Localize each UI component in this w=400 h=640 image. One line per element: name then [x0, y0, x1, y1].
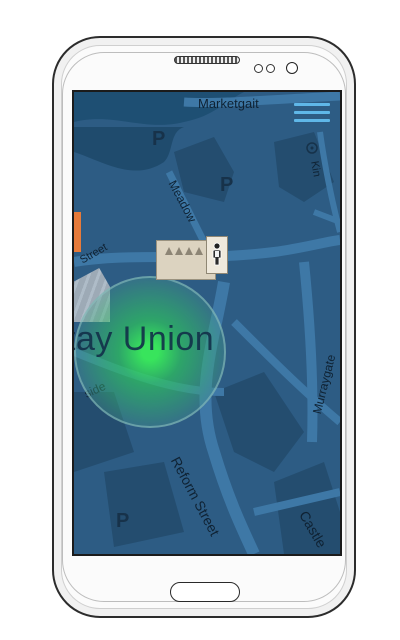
venue-tent-icon	[195, 247, 203, 255]
parking-label: P	[220, 174, 234, 196]
home-button[interactable]	[170, 582, 240, 602]
sensor-dot	[254, 64, 263, 73]
parking-label: P	[116, 510, 130, 532]
venue-tent-icon	[165, 247, 173, 255]
sensor-dot	[266, 64, 275, 73]
menu-line	[294, 111, 330, 114]
front-camera	[286, 62, 298, 74]
phone-frame: Marketgait Kin Meadow Street Murraygate …	[52, 36, 356, 618]
map-poi-marker[interactable]	[74, 212, 81, 252]
menu-line	[294, 119, 330, 122]
street-label-marketgait: Marketgait	[198, 96, 259, 111]
hamburger-menu-icon[interactable]	[292, 98, 332, 130]
venue-tent-icon	[185, 247, 193, 255]
menu-line	[294, 103, 330, 106]
street-label-kin: Kin	[308, 160, 323, 178]
map-screen[interactable]: Marketgait Kin Meadow Street Murraygate …	[72, 90, 342, 556]
person-icon[interactable]	[210, 242, 224, 266]
area-label: tay Union	[72, 320, 215, 358]
venue-tent-icon	[175, 247, 183, 255]
earpiece-speaker	[174, 56, 240, 64]
parking-label: P	[152, 128, 166, 150]
